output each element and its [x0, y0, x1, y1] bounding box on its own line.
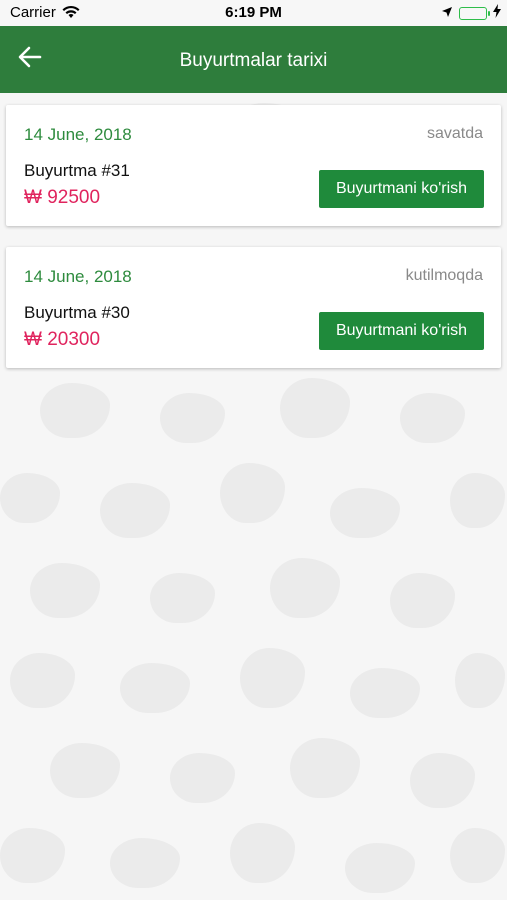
status-bar: Carrier 6:19 PM — [0, 0, 507, 26]
order-number: Buyurtma #30 — [24, 303, 130, 322]
clock: 6:19 PM — [225, 4, 282, 21]
view-order-button[interactable]: Buyurtmani ko'rish — [319, 312, 484, 350]
order-date: 14 June, 2018 — [24, 267, 132, 286]
view-order-button[interactable]: Buyurtmani ko'rish — [319, 170, 484, 208]
page-title: Buyurtmalar tarixi — [179, 50, 328, 71]
order-status: kutilmoqda — [405, 267, 483, 284]
location-arrow-icon — [441, 5, 453, 22]
charging-bolt-icon — [493, 4, 501, 22]
battery-icon — [459, 6, 490, 20]
status-right — [441, 4, 501, 22]
app-header: Buyurtmalar tarixi — [0, 26, 507, 93]
order-card: 14 June, 2018 savatda Buyurtma #31 ₩ 925… — [6, 105, 501, 226]
order-card: 14 June, 2018 kutilmoqda Buyurtma #30 ₩ … — [6, 247, 501, 368]
order-price: ₩ 92500 — [24, 187, 101, 208]
order-number: Buyurtma #31 — [24, 161, 130, 180]
order-date: 14 June, 2018 — [24, 125, 132, 144]
order-price: ₩ 20300 — [24, 329, 101, 350]
order-status: savatda — [426, 125, 483, 142]
